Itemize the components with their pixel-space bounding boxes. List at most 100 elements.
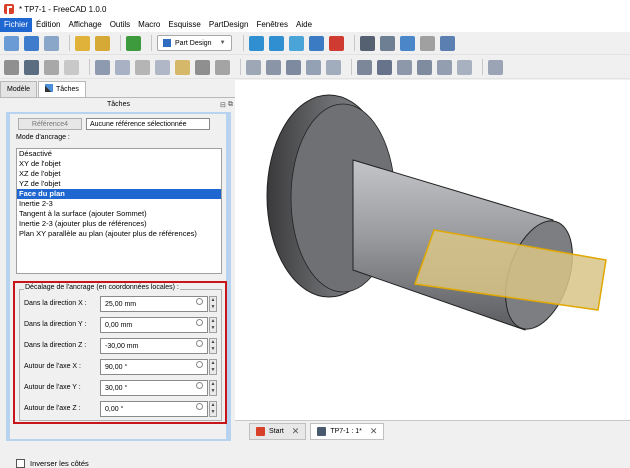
list-item[interactable]: Tangent à la surface (ajouter Sommet) [17, 209, 221, 219]
expression-icon[interactable] [196, 340, 203, 347]
menu-macro[interactable]: Macro [134, 18, 164, 32]
tab-taches[interactable]: Tâches [37, 81, 86, 97]
list-item[interactable]: Inertie 2-3 [17, 199, 221, 209]
list-item[interactable]: XZ de l'objet [17, 169, 221, 179]
datum-line-icon[interactable] [155, 59, 170, 75]
part-icon[interactable] [24, 59, 39, 75]
helix-icon[interactable] [326, 59, 341, 75]
subtractive-loft-icon[interactable] [417, 59, 432, 75]
menu-fenetres[interactable]: Fenêtres [252, 18, 292, 32]
bounding-box-icon[interactable] [308, 35, 324, 51]
view-menu-icon[interactable] [359, 35, 375, 51]
menu-outils[interactable]: Outils [106, 18, 134, 32]
close-icon[interactable]: ✕ [370, 426, 378, 437]
fillet-icon[interactable] [488, 59, 503, 75]
subtractive-pipe-icon[interactable] [437, 59, 452, 75]
loft-icon[interactable] [286, 59, 301, 75]
whats-this-icon[interactable] [439, 35, 455, 51]
reference4-button[interactable]: Référence4 [18, 118, 82, 130]
rotation-y-spinner[interactable]: ▲ ▼ [209, 380, 217, 396]
list-item[interactable]: Plan XY parallèle au plan (ajouter plus … [17, 229, 221, 239]
collapse-icon[interactable]: ⊟ [220, 101, 226, 109]
toolbar-separator [69, 35, 70, 51]
macro-icon[interactable] [419, 35, 435, 51]
datum-plane-icon[interactable] [175, 59, 190, 75]
undock-icon[interactable]: ⧉ [228, 101, 233, 109]
rotation-z-input[interactable]: 0,00 ° [100, 401, 208, 417]
document-tabs: Start ✕ TP7-1 : 1* ✕ [235, 420, 630, 441]
pipe-icon[interactable] [306, 59, 321, 75]
tab-start[interactable]: Start ✕ [249, 422, 307, 440]
save-icon[interactable] [44, 35, 59, 51]
list-item-selected[interactable]: Face du plan [17, 189, 221, 199]
tab-tp7-1[interactable]: TP7-1 : 1* ✕ [310, 422, 385, 440]
3d-viewport[interactable] [235, 80, 630, 420]
offset-y-value: 0,00 mm [105, 322, 133, 329]
offset-z-row: Dans la direction Z : -30,00 mm ▲ ▼ [24, 338, 219, 354]
link-icon[interactable] [64, 59, 79, 75]
list-item[interactable]: XY de l'objet [17, 159, 221, 169]
refresh-icon[interactable] [126, 35, 141, 51]
menu-esquisse[interactable]: Esquisse [164, 18, 204, 32]
fit-selection-icon[interactable] [268, 35, 284, 51]
local-coordinate-system-icon[interactable] [195, 59, 210, 75]
redo-icon[interactable] [95, 35, 110, 51]
menu-affichage[interactable]: Affichage [64, 18, 105, 32]
offset-z-input[interactable]: -30,00 mm [100, 338, 208, 354]
list-item[interactable]: Inertie 2-3 (ajouter plus de références) [17, 219, 221, 229]
invert-sides-checkbox[interactable]: Inverser les côtés [16, 459, 89, 468]
workbench-selector[interactable]: Part Design ▼ [157, 35, 232, 51]
attachment-mode-list[interactable]: Désactivé XY de l'objet XZ de l'objet YZ… [16, 148, 222, 274]
menu-aide[interactable]: Aide [292, 18, 316, 32]
checkbox-box[interactable] [16, 459, 25, 468]
groove-icon[interactable] [397, 59, 412, 75]
reference4-field[interactable]: Aucune référence sélectionnée [86, 118, 210, 130]
tab-modele[interactable]: Modèle [0, 81, 37, 97]
menu-partdesign[interactable]: PartDesign [205, 18, 253, 32]
offset-x-spinner[interactable]: ▲ ▼ [209, 296, 217, 312]
pad-icon[interactable] [246, 59, 261, 75]
create-sketch-icon[interactable] [115, 59, 130, 75]
expression-icon[interactable] [196, 298, 203, 305]
expression-icon[interactable] [196, 382, 203, 389]
menu-fichier[interactable]: Fichier [0, 18, 33, 32]
menu-edition[interactable]: Édition [32, 18, 64, 32]
body-icon[interactable] [4, 59, 19, 75]
rotation-x-input[interactable]: 90,00 ° [100, 359, 208, 375]
rotation-y-input[interactable]: 30,00 ° [100, 380, 208, 396]
subtractive-helix-icon[interactable] [457, 59, 472, 75]
hole-icon[interactable] [377, 59, 392, 75]
group-icon[interactable] [44, 59, 59, 75]
list-item[interactable]: YZ de l'objet [17, 179, 221, 189]
task-panel-title: Tâches [107, 101, 130, 108]
close-icon[interactable]: ✕ [292, 426, 300, 437]
rotation-x-value: 90,00 ° [105, 364, 128, 371]
rotation-x-label: Autour de l'axe X : [24, 363, 81, 370]
offset-y-spinner[interactable]: ▲ ▼ [209, 317, 217, 333]
datum-point-icon[interactable] [135, 59, 150, 75]
rotation-z-spinner[interactable]: ▲ ▼ [209, 401, 217, 417]
create-body-icon[interactable] [95, 59, 110, 75]
rotation-x-spinner[interactable]: ▲ ▼ [209, 359, 217, 375]
offset-x-input[interactable]: 25,00 mm [100, 296, 208, 312]
offset-y-input[interactable]: 0,00 mm [100, 317, 208, 333]
offset-z-spinner[interactable]: ▲ ▼ [209, 338, 217, 354]
draw-style-icon[interactable] [288, 35, 304, 51]
undo-icon[interactable] [75, 35, 90, 51]
list-item[interactable]: Désactivé [17, 149, 221, 159]
expression-icon[interactable] [196, 361, 203, 368]
shape-binder-icon[interactable] [215, 59, 230, 75]
fit-all-icon[interactable] [248, 35, 264, 51]
expression-icon[interactable] [196, 319, 203, 326]
expression-icon[interactable] [196, 403, 203, 410]
toolbar-separator [482, 59, 483, 75]
open-file-icon[interactable] [24, 35, 39, 51]
3d-model-view[interactable] [235, 80, 630, 420]
revolution-icon[interactable] [266, 59, 281, 75]
new-file-icon[interactable] [4, 35, 19, 51]
stereo-icon[interactable] [328, 35, 344, 51]
rotation-y-label: Autour de l'axe Y : [24, 384, 81, 391]
isometric-view-icon[interactable] [379, 35, 395, 51]
measure-icon[interactable] [399, 35, 415, 51]
pocket-icon[interactable] [357, 59, 372, 75]
